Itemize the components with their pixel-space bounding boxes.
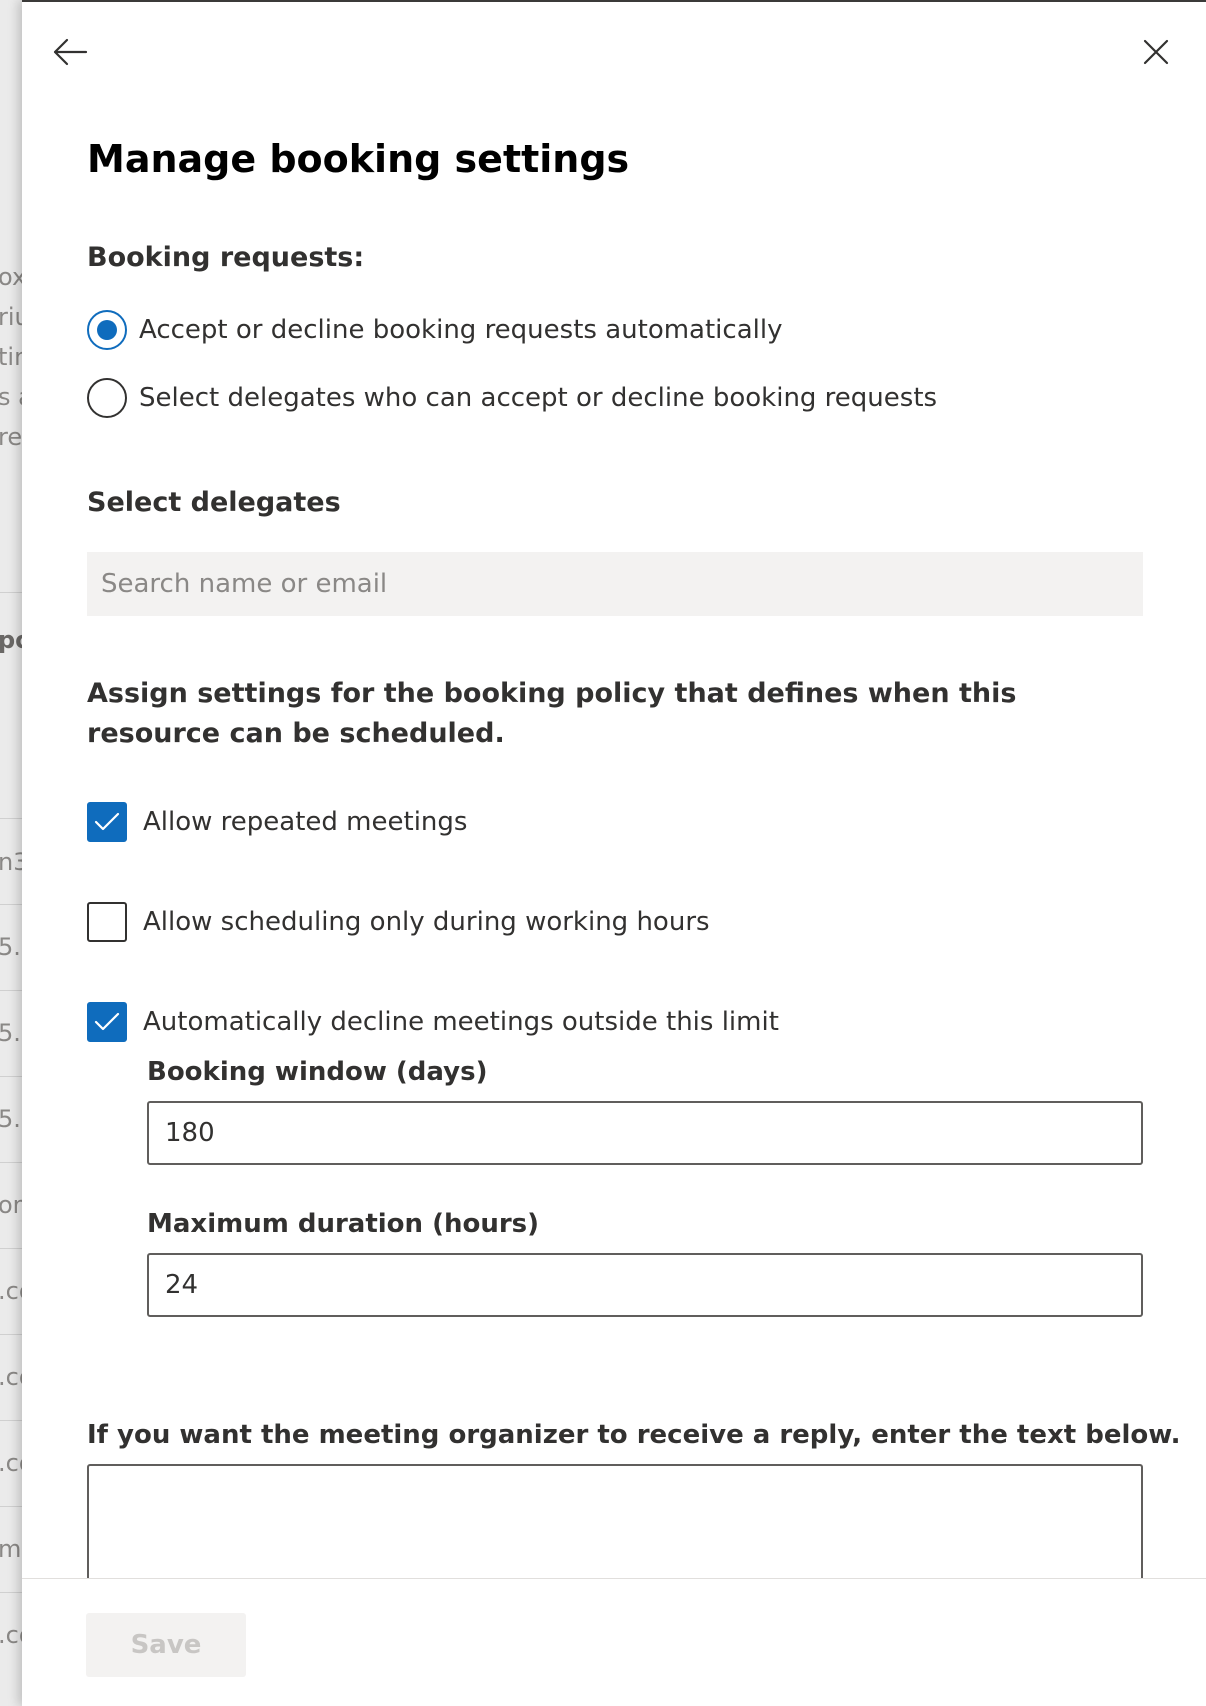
back-button[interactable] bbox=[46, 28, 94, 76]
radio-select-delegates[interactable]: Select delegates who can accept or decli… bbox=[87, 378, 937, 418]
checkbox-auto-decline-outside-limit[interactable]: Automatically decline meetings outside t… bbox=[87, 1002, 779, 1042]
background-text: 5. bbox=[0, 1019, 21, 1047]
background-divider bbox=[0, 1506, 22, 1507]
booking-window-input[interactable] bbox=[147, 1101, 1143, 1165]
background-divider bbox=[0, 990, 22, 991]
arrow-left-icon bbox=[53, 38, 88, 66]
checkbox-unchecked[interactable] bbox=[87, 902, 127, 942]
booking-requests-label: Booking requests: bbox=[87, 242, 365, 273]
background-divider bbox=[0, 1334, 22, 1335]
close-button[interactable] bbox=[1132, 28, 1180, 76]
delegate-search-input[interactable] bbox=[87, 552, 1143, 616]
reply-text-label: If you want the meeting organizer to rec… bbox=[87, 1420, 1181, 1450]
background-text: re bbox=[0, 423, 22, 451]
background-divider bbox=[0, 592, 22, 593]
background-text: 5. bbox=[0, 933, 21, 961]
panel-footer: Save bbox=[22, 1578, 1206, 1706]
panel-title: Manage booking settings bbox=[87, 137, 630, 181]
checkbox-working-hours-only[interactable]: Allow scheduling only during working hou… bbox=[87, 902, 710, 942]
background-divider bbox=[0, 1162, 22, 1163]
close-icon bbox=[1143, 39, 1169, 65]
radio-button-checked[interactable] bbox=[87, 310, 127, 350]
background-divider bbox=[0, 1248, 22, 1249]
checkbox-label: Automatically decline meetings outside t… bbox=[143, 1007, 779, 1037]
background-text: s a bbox=[0, 383, 22, 411]
checkbox-label: Allow scheduling only during working hou… bbox=[143, 907, 710, 937]
screen: ox riu tin s a re po n3 5. 5. 5. om .co … bbox=[0, 0, 1206, 1706]
radio-accept-automatically[interactable]: Accept or decline booking requests autom… bbox=[87, 310, 782, 350]
booking-window-label: Booking window (days) bbox=[147, 1057, 488, 1087]
background-text: .co bbox=[0, 1449, 22, 1477]
max-duration-input[interactable] bbox=[147, 1253, 1143, 1317]
background-page: ox riu tin s a re po n3 5. 5. 5. om .co … bbox=[0, 0, 22, 1706]
radio-label: Select delegates who can accept or decli… bbox=[139, 383, 938, 413]
checkmark-icon bbox=[94, 1012, 120, 1031]
booking-settings-panel: Manage booking settings Booking requests… bbox=[22, 0, 1206, 1706]
reply-text-area[interactable] bbox=[87, 1464, 1143, 1584]
background-text: .co bbox=[0, 1277, 22, 1305]
background-divider bbox=[0, 1076, 22, 1077]
checkbox-checked[interactable] bbox=[87, 802, 127, 842]
background-divider bbox=[0, 818, 22, 819]
save-button[interactable]: Save bbox=[86, 1613, 246, 1677]
max-duration-label: Maximum duration (hours) bbox=[147, 1209, 540, 1239]
background-text: po bbox=[0, 626, 22, 654]
checkbox-allow-repeated-meetings[interactable]: Allow repeated meetings bbox=[87, 802, 467, 842]
background-text: m bbox=[0, 1535, 22, 1563]
select-delegates-label: Select delegates bbox=[87, 487, 341, 518]
background-text: riu bbox=[0, 303, 22, 331]
background-text: .co bbox=[0, 1363, 22, 1391]
background-text: .co bbox=[0, 1621, 22, 1649]
background-text: tin bbox=[0, 343, 22, 371]
background-divider bbox=[0, 1592, 22, 1593]
checkmark-icon bbox=[94, 812, 120, 831]
background-text: 5. bbox=[0, 1105, 21, 1133]
background-text: n3 bbox=[0, 848, 22, 876]
background-text: ox bbox=[0, 263, 22, 291]
background-text: om bbox=[0, 1191, 22, 1219]
background-divider bbox=[0, 904, 22, 905]
radio-button-unchecked[interactable] bbox=[87, 378, 127, 418]
checkbox-label: Allow repeated meetings bbox=[143, 807, 468, 837]
booking-policy-heading: Assign settings for the booking policy t… bbox=[87, 678, 1017, 749]
radio-label: Accept or decline booking requests autom… bbox=[139, 315, 783, 345]
background-divider bbox=[0, 1420, 22, 1421]
checkbox-checked[interactable] bbox=[87, 1002, 127, 1042]
